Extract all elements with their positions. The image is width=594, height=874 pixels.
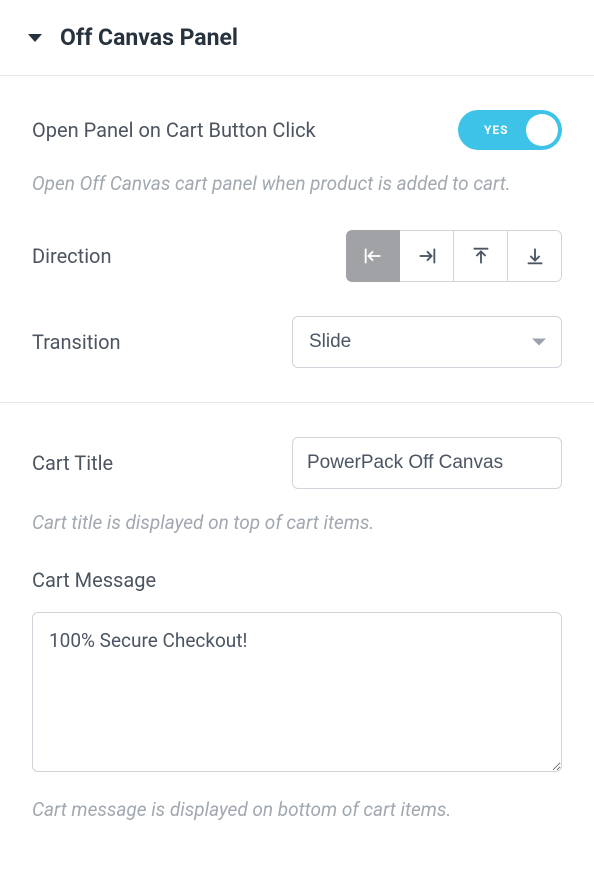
arrow-left-to-line-icon	[362, 245, 384, 267]
cart-message-desc: Cart message is displayed on bottom of c…	[32, 796, 562, 824]
direction-right-button[interactable]	[400, 230, 454, 282]
toggle-state-label: YES	[484, 123, 509, 137]
caret-down-icon	[28, 34, 42, 42]
arrow-right-to-line-icon	[416, 245, 438, 267]
direction-left-button[interactable]	[346, 230, 400, 282]
cart-title-desc: Cart title is displayed on top of cart i…	[32, 509, 562, 537]
open-on-click-toggle[interactable]: YES	[458, 110, 562, 150]
transition-label: Transition	[32, 330, 121, 354]
section-body: Open Panel on Cart Button Click YES Open…	[0, 76, 594, 846]
toggle-knob	[526, 114, 558, 146]
direction-label: Direction	[32, 244, 112, 268]
cart-title-input[interactable]	[292, 437, 562, 489]
off-canvas-panel: Off Canvas Panel Open Panel on Cart Butt…	[0, 0, 594, 846]
arrow-up-to-line-icon	[470, 245, 492, 267]
direction-top-button[interactable]	[454, 230, 508, 282]
direction-bottom-button[interactable]	[508, 230, 562, 282]
open-on-click-label: Open Panel on Cart Button Click	[32, 118, 316, 142]
section-header[interactable]: Off Canvas Panel	[0, 0, 594, 76]
divider	[0, 402, 594, 403]
transition-select[interactable]: Slide	[292, 316, 562, 368]
cart-message-label: Cart Message	[32, 568, 562, 592]
section-title: Off Canvas Panel	[60, 24, 238, 51]
arrow-down-to-line-icon	[524, 245, 546, 267]
cart-title-label: Cart Title	[32, 451, 113, 475]
open-on-click-desc: Open Off Canvas cart panel when product …	[32, 170, 562, 198]
cart-message-textarea[interactable]	[32, 612, 562, 772]
direction-button-group	[346, 230, 562, 282]
